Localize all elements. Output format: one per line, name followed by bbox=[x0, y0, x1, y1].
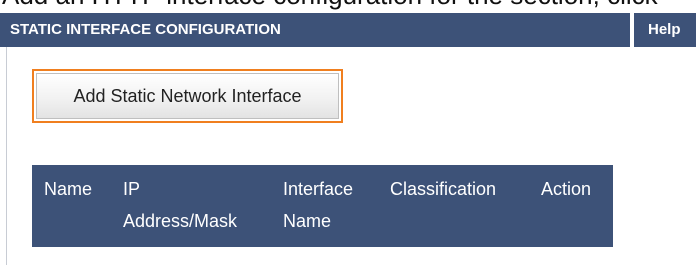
column-header-line1: IP bbox=[123, 179, 141, 199]
help-label: Help bbox=[648, 21, 681, 38]
interfaces-table-header: Name IP Address/Mask Interface Name Clas… bbox=[32, 165, 613, 247]
column-header-interface-name[interactable]: Interface Name bbox=[283, 173, 353, 237]
column-header-line2: Address/Mask bbox=[123, 211, 238, 231]
column-header-line1: Name bbox=[44, 179, 93, 199]
help-link[interactable]: Help bbox=[634, 13, 696, 47]
static-interface-page: Add an HTTP interface configuration for … bbox=[0, 0, 696, 265]
add-button-face[interactable]: Add Static Network Interface bbox=[36, 73, 339, 119]
panel-title-bar: STATIC INTERFACE CONFIGURATION bbox=[0, 13, 630, 47]
add-static-network-interface-button[interactable]: Add Static Network Interface bbox=[32, 69, 343, 123]
clipped-heading-text: Add an HTTP interface configuration for … bbox=[0, 0, 696, 11]
column-header-ip-address-mask[interactable]: IP Address/Mask bbox=[123, 173, 237, 237]
column-header-line2: Name bbox=[283, 211, 332, 231]
column-header-line1: Classification bbox=[390, 179, 497, 199]
column-header-name[interactable]: Name bbox=[44, 173, 92, 205]
column-header-line1: Interface bbox=[283, 179, 354, 199]
column-header-classification[interactable]: Classification bbox=[390, 173, 496, 205]
clipped-heading-label: Add an HTTP interface configuration for … bbox=[2, 0, 658, 8]
add-button-label: Add Static Network Interface bbox=[73, 86, 302, 106]
panel-left-border bbox=[6, 47, 7, 265]
panel-title: STATIC INTERFACE CONFIGURATION bbox=[10, 21, 281, 38]
column-header-line1: Action bbox=[541, 179, 592, 199]
column-header-action[interactable]: Action bbox=[541, 173, 591, 205]
